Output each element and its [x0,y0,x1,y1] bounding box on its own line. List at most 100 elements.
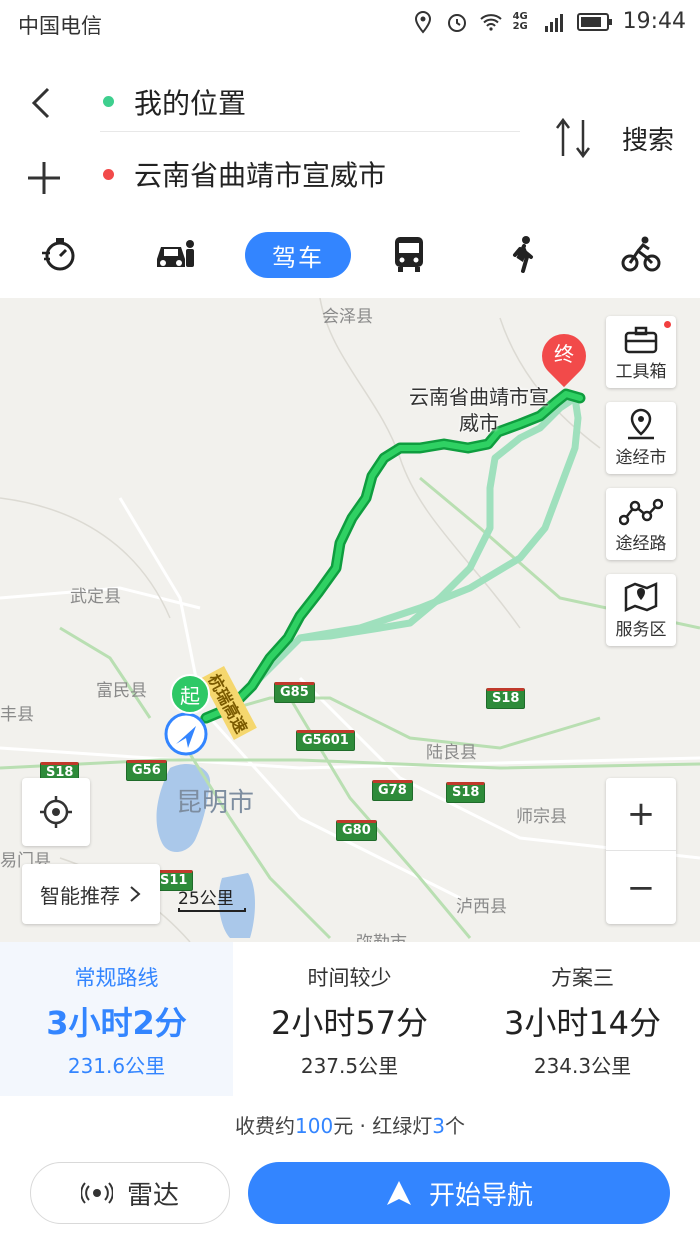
route-distance: 231.6公里 [67,1054,166,1078]
toolbox-icon [624,326,658,354]
route-options: 常规路线 3小时2分 231.6公里 时间较少 2小时57分 237.5公里 方… [0,942,700,1096]
stopwatch-icon[interactable] [32,230,86,278]
route-header: 我的位置 云南省曲靖市宣威市 搜索 [0,48,700,218]
shield-g78: G78 [372,780,413,801]
zoom-in-button[interactable]: + [606,778,676,851]
label-shizong: 师宗县 [516,807,567,827]
toolbox-label: 工具箱 [615,362,667,382]
radar-icon [80,1182,113,1204]
route-name: 常规路线 [74,966,159,990]
destination-field[interactable]: 云南省曲靖市宣威市 [100,144,520,204]
via-city-label: 途经市 [615,448,667,468]
label-kunming: 昆明市 [176,788,255,818]
network-type: 4G 2G [512,10,528,32]
radar-button[interactable]: 雷达 [30,1162,230,1224]
route-time: 3小时14分 [503,1004,662,1042]
location-icon [414,10,431,34]
route-time: 2小时57分 [270,1004,429,1042]
lights-suffix: 个 [445,1114,465,1138]
scale-bar [178,908,246,912]
signal-icon [544,13,563,32]
destination-map-label: 云南省曲靖市宣威市 [409,385,549,435]
toolbox-button[interactable]: 工具箱 [606,316,676,388]
label-huize: 会泽县 [322,307,373,327]
battery-icon [576,12,612,31]
wifi-icon [479,13,502,31]
shield-g80: G80 [336,820,377,841]
clock: 19:44 [622,9,686,34]
radar-label: 雷达 [126,1180,179,1211]
service-area-button[interactable]: 服务区 [606,574,676,646]
current-location-icon [164,712,208,756]
via-city-button[interactable]: 途经市 [606,402,676,474]
map-service-icon [624,582,658,612]
toll-suffix: 元 · 红绿灯 [333,1114,433,1138]
carrier-name: 中国电信 [18,14,102,38]
locate-icon [40,796,72,828]
alarm-icon [447,13,466,32]
map-canvas [0,298,700,942]
route-option-3[interactable]: 方案三 3小时14分 234.3公里 [466,942,699,1096]
search-button[interactable]: 搜索 [622,120,674,157]
end-pin-label: 终 [554,342,574,366]
origin-dot [103,96,114,107]
bus-icon[interactable] [382,230,436,278]
start-navigation-button[interactable]: 开始导航 [248,1162,670,1224]
start-pin-label: 起 [180,683,200,708]
zoom-out-button[interactable]: − [606,851,676,924]
smart-recommend-label: 智能推荐 [40,883,120,908]
shield-s18-a: S18 [486,688,526,709]
toll-amount: 100 [295,1114,334,1138]
toll-prefix: 收费约 [235,1114,295,1138]
notification-dot [664,321,671,328]
navigation-arrow-icon [386,1181,411,1205]
shield-g56: G56 [126,760,167,781]
route-name: 方案三 [551,966,614,990]
smart-recommend-button[interactable]: 智能推荐 [22,864,160,924]
route-nodes-icon [619,498,663,526]
chevron-right-icon [130,886,141,902]
tab-driving[interactable]: 驾车 [245,232,351,278]
origin-field[interactable]: 我的位置 [100,72,520,132]
shield-g85: G85 [274,682,315,703]
travel-mode-tabs: 驾车 [0,218,700,298]
location-pin-icon [628,408,654,440]
label-fumin: 富民县 [96,681,147,701]
label-mile: 弥勒市 [356,928,407,942]
shield-g5601: G5601 [296,730,355,751]
start-pin: 起 [170,674,210,714]
add-waypoint-icon[interactable] [22,156,66,200]
label-wuding: 武定县 [70,587,121,607]
route-option-2[interactable]: 时间较少 2小时57分 237.5公里 [233,942,466,1096]
walk-icon[interactable] [498,230,552,278]
taxi-icon[interactable] [148,230,202,278]
route-distance: 234.3公里 [533,1054,632,1078]
status-bar: 中国电信 4G 2G 19:44 [0,0,700,48]
scale-label: 25公里 [178,889,234,909]
status-icons: 4G 2G 19:44 [411,9,686,34]
traffic-light-count: 3 [432,1114,445,1138]
back-icon[interactable] [22,83,62,123]
label-luliang: 陆良县 [426,743,477,763]
service-area-label: 服务区 [615,620,667,640]
map-view[interactable]: 会泽县 武定县 富民县 丰县 易门县 陆良县 师宗县 泸西县 弥勒市 昆明市 杭… [0,298,700,942]
label-luxi: 泸西县 [456,897,507,917]
route-option-1[interactable]: 常规路线 3小时2分 231.6公里 [0,942,233,1096]
start-navigation-label: 开始导航 [428,1180,533,1211]
shield-s18-c: S18 [446,782,486,803]
route-name: 时间较少 [307,966,392,990]
tab-driving-label: 驾车 [272,243,324,272]
locate-button[interactable] [22,778,90,846]
zoom-control: + − [606,778,676,924]
label-feng: 丰县 [0,705,34,725]
destination-dot [103,168,114,180]
route-info: 收费约100元 · 红绿灯3个 [0,1110,700,1139]
origin-text: 我的位置 [134,86,247,120]
destination-text: 云南省曲靖市宣威市 [134,159,387,192]
via-road-label: 途经路 [615,534,667,554]
bicycle-icon[interactable] [614,230,668,278]
route-time: 3小时2分 [46,1004,187,1042]
route-distance: 237.5公里 [300,1054,399,1078]
swap-icon[interactable] [553,116,593,160]
via-road-button[interactable]: 途经路 [606,488,676,560]
